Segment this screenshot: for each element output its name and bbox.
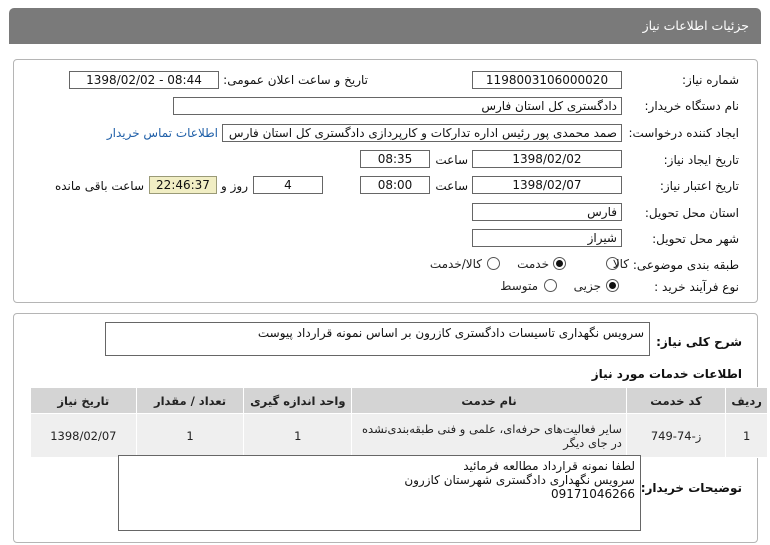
created-date-field: 1398/02/02 [472, 150, 622, 168]
remaining-time-label: ساعت باقی مانده [54, 179, 144, 193]
city-label: شهر محل تحویل: [652, 232, 739, 246]
created-time-label: ساعت [435, 153, 468, 167]
table-row: 1 ز-74-749 سایر فعالیت‌های حرفه‌ای، علمی… [30, 413, 768, 458]
need-number-field: 1198003106000020 [472, 71, 622, 89]
created-time-field: 08:35 [360, 150, 430, 168]
services-table-header: ردیف کد خدمت نام خدمت واحد اندازه گیری ت… [30, 387, 768, 414]
category-goods-label: کالا [612, 257, 629, 271]
services-section-title: اطلاعات خدمات مورد نیاز [591, 367, 742, 381]
requester-label: ایجاد کننده درخواست: [628, 126, 739, 140]
col-code: کد خدمت [625, 387, 727, 414]
col-name: نام خدمت [351, 387, 627, 414]
validity-time-field: 08:00 [360, 176, 430, 194]
page-header: جزئیات اطلاعات نیاز [9, 8, 761, 44]
purchase-type-label: نوع فرآیند خرید : [654, 280, 739, 294]
remaining-days-label: روز و [221, 179, 248, 193]
province-label: استان محل تحویل: [644, 206, 739, 220]
buyer-org-label: نام دستگاه خریدار: [644, 99, 740, 113]
requester-field: صمد محمدی پور رئیس اداره تدارکات و کارپر… [222, 124, 622, 142]
cell-row: 1 [725, 413, 768, 458]
buyer-notes-line: 09171046266 [551, 487, 635, 501]
buyer-contact-link[interactable]: اطلاعات تماس خریدار [107, 126, 218, 140]
validity-time-label: ساعت [435, 179, 468, 193]
buyer-notes-label: توضیحات خریدار: [640, 481, 742, 495]
category-service-label: خدمت [517, 257, 549, 271]
category-label: طبقه بندی موضوعی: [632, 258, 739, 272]
category-service-radio[interactable] [553, 257, 566, 270]
col-unit: واحد اندازه گیری [243, 387, 353, 414]
remaining-time-field: 22:46:37 [149, 176, 217, 194]
need-number-label: شماره نیاز: [682, 73, 739, 87]
summary-field: سرویس نگهداری تاسیسات دادگستری کازرون بر… [105, 322, 650, 356]
cell-code: ز-74-749 [625, 413, 727, 458]
cell-name: سایر فعالیت‌های حرفه‌ای، علمی و فنی طبقه… [351, 413, 627, 458]
buyer-notes-field: لطفا نمونه قرارداد مطالعه فرمائید سرویس … [118, 455, 641, 531]
category-goods-service-radio[interactable] [487, 257, 500, 270]
cell-unit: 1 [243, 413, 353, 458]
col-qty: تعداد / مقدار [135, 387, 245, 414]
purchase-minor-label: جزیی [573, 279, 601, 293]
buyer-notes-line: لطفا نمونه قرارداد مطالعه فرمائید [463, 459, 635, 473]
need-details-page: جزئیات اطلاعات نیاز شماره نیاز: 11980031… [0, 0, 770, 545]
purchase-medium-radio[interactable] [544, 279, 557, 292]
purchase-minor-radio[interactable] [606, 279, 619, 292]
cell-date: 1398/02/07 [30, 413, 137, 458]
validity-date-field: 1398/02/07 [472, 176, 622, 194]
buyer-notes-line: سرویس نگهداری دادگستری شهرستان کازرون [404, 473, 635, 487]
col-row: ردیف [725, 387, 768, 414]
city-field: شیراز [472, 229, 622, 247]
category-goods-service-label: کالا/خدمت [429, 257, 482, 271]
services-table: ردیف کد خدمت نام خدمت واحد اندازه گیری ت… [30, 387, 768, 458]
summary-label: شرح کلی نیاز: [656, 335, 742, 349]
purchase-medium-label: متوسط [500, 279, 538, 293]
cell-qty: 1 [135, 413, 245, 458]
province-field: فارس [472, 203, 622, 221]
created-date-label: تاریخ ایجاد نیاز: [663, 153, 739, 167]
validity-date-label: تاریخ اعتبار نیاز: [659, 179, 739, 193]
announce-datetime-label: تاریخ و ساعت اعلان عمومی: [223, 73, 368, 87]
col-date: تاریخ نیاز [30, 387, 137, 414]
page-title: جزئیات اطلاعات نیاز [642, 18, 749, 33]
buyer-org-field: دادگستری کل استان فارس [173, 97, 622, 115]
announce-datetime-field: 1398/02/02 - 08:44 [69, 71, 219, 89]
remaining-days-field: 4 [253, 176, 323, 194]
